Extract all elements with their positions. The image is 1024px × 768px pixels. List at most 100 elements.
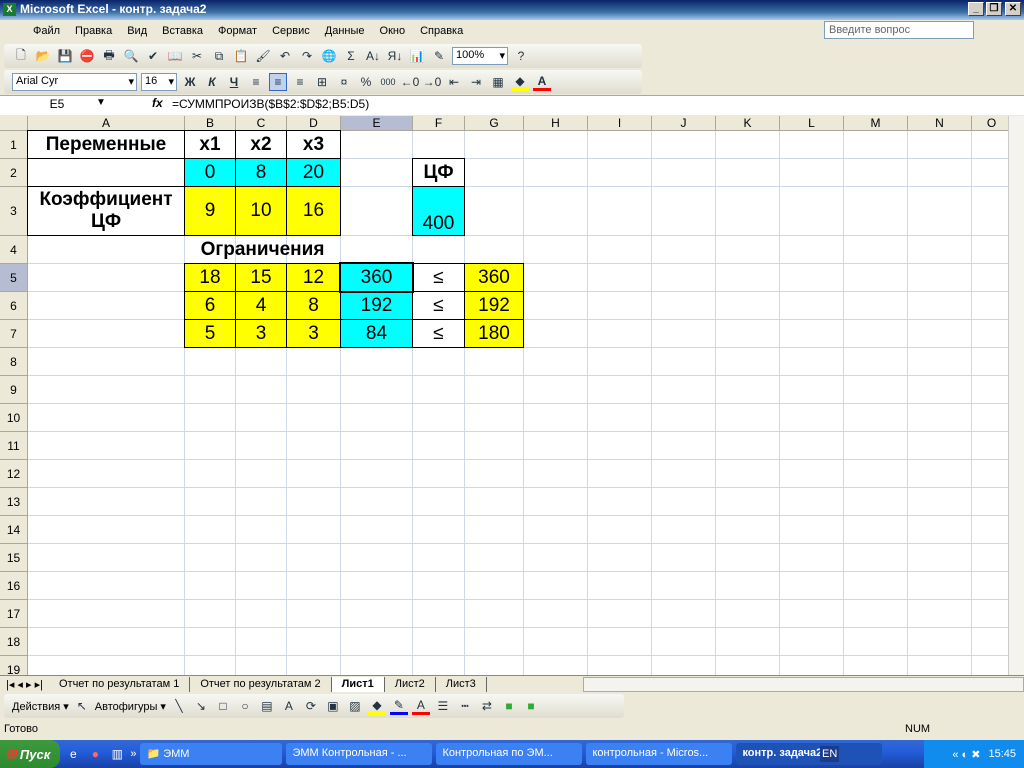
cut-icon[interactable]: ✂ — [188, 47, 206, 65]
sheet-tab[interactable]: Отчет по результатам 2 — [190, 676, 332, 692]
oval-icon[interactable]: ○ — [236, 697, 254, 715]
row-header[interactable]: 12 — [0, 460, 28, 488]
name-box-dropdown-icon[interactable]: ▼ — [96, 97, 106, 108]
thousands-icon[interactable]: 000 — [379, 73, 397, 91]
paste-icon[interactable]: 📋 — [232, 47, 250, 65]
column-header[interactable]: B — [185, 116, 236, 131]
spelling-icon[interactable]: ✔ — [144, 47, 162, 65]
arrow-icon[interactable]: ↘ — [192, 697, 210, 715]
quicklaunch-ie-icon[interactable]: e — [64, 745, 82, 763]
row-header[interactable]: 7 — [0, 320, 28, 348]
cell-b6[interactable]: 6 — [184, 291, 236, 320]
cell-c6[interactable]: 4 — [235, 291, 287, 320]
autosum-icon[interactable]: Σ — [342, 47, 360, 65]
column-header[interactable]: G — [465, 116, 524, 131]
row-header[interactable]: 19 — [0, 656, 28, 675]
column-header[interactable]: D — [287, 116, 341, 131]
textbox-icon[interactable]: ▤ — [258, 697, 276, 715]
cell-a2[interactable] — [27, 158, 185, 187]
sort-asc-icon[interactable]: A↓ — [364, 47, 382, 65]
horizontal-scrollbar[interactable] — [582, 676, 1024, 692]
redo-icon[interactable]: ↷ — [298, 47, 316, 65]
quicklaunch-floppy-icon[interactable]: ▥ — [108, 745, 126, 763]
column-header[interactable]: J — [652, 116, 716, 131]
row-header[interactable]: 17 — [0, 600, 28, 628]
font-color-icon[interactable]: A — [533, 73, 551, 91]
cell-d2[interactable]: 20 — [286, 158, 341, 187]
picture-icon[interactable]: ▨ — [346, 697, 364, 715]
preview-icon[interactable]: 🔍 — [122, 47, 140, 65]
row-header[interactable]: 3 — [0, 187, 28, 236]
taskbar-window-button[interactable]: Контрольная по ЭМ... — [436, 743, 583, 765]
menu-item[interactable]: Файл — [33, 25, 60, 37]
diagram-icon[interactable]: ⟳ — [302, 697, 320, 715]
percent-icon[interactable]: % — [357, 73, 375, 91]
row-header[interactable]: 16 — [0, 572, 28, 600]
wordart-icon[interactable]: A — [280, 697, 298, 715]
cell-b7[interactable]: 5 — [184, 319, 236, 348]
increase-decimal-icon[interactable]: ←0 — [401, 73, 420, 91]
row-header[interactable]: 2 — [0, 159, 28, 187]
zoom-select[interactable]: 100% — [452, 47, 508, 65]
increase-indent-icon[interactable]: ⇥ — [467, 73, 485, 91]
taskbar-window-button[interactable]: контрольная - Micros... — [586, 743, 733, 765]
select-all-corner[interactable] — [0, 116, 28, 131]
maximize-button[interactable]: ❐ — [986, 2, 1002, 16]
column-header[interactable]: N — [908, 116, 972, 131]
font-size-select[interactable]: 16 — [141, 73, 177, 91]
row-header[interactable]: 9 — [0, 376, 28, 404]
language-indicator[interactable]: EN — [820, 746, 840, 762]
row-header[interactable]: 6 — [0, 292, 28, 320]
sheet-tab[interactable]: Лист1 — [331, 676, 385, 692]
cell-d5[interactable]: 12 — [286, 263, 341, 292]
column-header[interactable]: A — [28, 116, 185, 131]
3d-icon[interactable]: ■ — [522, 697, 540, 715]
cell-d7[interactable]: 3 — [286, 319, 341, 348]
cell-f3[interactable]: 400 — [412, 186, 465, 236]
italic-button[interactable]: К — [203, 73, 221, 91]
dash-style-icon[interactable]: ┅ — [456, 697, 474, 715]
cell-g5[interactable]: 360 — [464, 263, 524, 292]
minimize-button[interactable]: _ — [968, 2, 984, 16]
chart-icon[interactable]: 📊 — [408, 47, 426, 65]
help-icon[interactable]: ? — [512, 47, 530, 65]
close-button[interactable]: ✕ — [1005, 2, 1021, 16]
column-header[interactable]: L — [780, 116, 844, 131]
cell-c7[interactable]: 3 — [235, 319, 287, 348]
shadow-icon[interactable]: ■ — [500, 697, 518, 715]
row-header[interactable]: 14 — [0, 516, 28, 544]
column-header[interactable]: O — [972, 116, 1010, 131]
cell-d6[interactable]: 8 — [286, 291, 341, 320]
fill-color-icon[interactable]: ◆ — [367, 697, 386, 715]
row-header[interactable]: 1 — [0, 131, 28, 159]
cell-d3[interactable]: 16 — [286, 186, 341, 236]
sheet-tab[interactable]: Лист3 — [436, 676, 487, 692]
save-icon[interactable]: 💾 — [56, 47, 74, 65]
vertical-scrollbar[interactable] — [1008, 116, 1024, 675]
format-painter-icon[interactable]: 🖌 — [254, 47, 272, 65]
cell-c2[interactable]: 8 — [235, 158, 287, 187]
row-header[interactable]: 10 — [0, 404, 28, 432]
row-header[interactable]: 18 — [0, 628, 28, 656]
column-header[interactable]: C — [236, 116, 287, 131]
menu-item[interactable]: Правка — [75, 25, 112, 37]
row-header[interactable]: 5 — [0, 264, 28, 292]
help-search-input[interactable]: Введите вопрос — [824, 21, 974, 39]
quicklaunch-opera-icon[interactable]: ● — [86, 745, 104, 763]
column-header[interactable]: I — [588, 116, 652, 131]
underline-button[interactable]: Ч — [225, 73, 243, 91]
taskbar-window-button[interactable]: контр. задача2 — [736, 743, 883, 765]
sheet-tab[interactable]: Лист2 — [385, 676, 436, 692]
sheet-tab[interactable]: Отчет по результатам 1 — [49, 676, 191, 692]
font-color-icon[interactable]: A — [411, 697, 430, 715]
cell-b3[interactable]: 9 — [184, 186, 236, 236]
cell-a1[interactable]: Переменные — [27, 130, 185, 159]
row-header[interactable]: 4 — [0, 236, 28, 264]
menu-item[interactable]: Вид — [127, 25, 147, 37]
tray-icons[interactable]: « ◐ ✖ — [952, 748, 980, 761]
worksheet-grid[interactable]: A B C D E F G H I J K L M N O 1 2 3 4 5 6 7 8 9 10 11 12 13 14 15 16 17… — [0, 116, 1010, 675]
rectangle-icon[interactable]: □ — [214, 697, 232, 715]
currency-icon[interactable]: ¤ — [335, 73, 353, 91]
row-header[interactable]: 13 — [0, 488, 28, 516]
formula-input[interactable]: =СУММПРОИЗВ($B$2:$D$2;B5:D5) — [172, 97, 369, 111]
